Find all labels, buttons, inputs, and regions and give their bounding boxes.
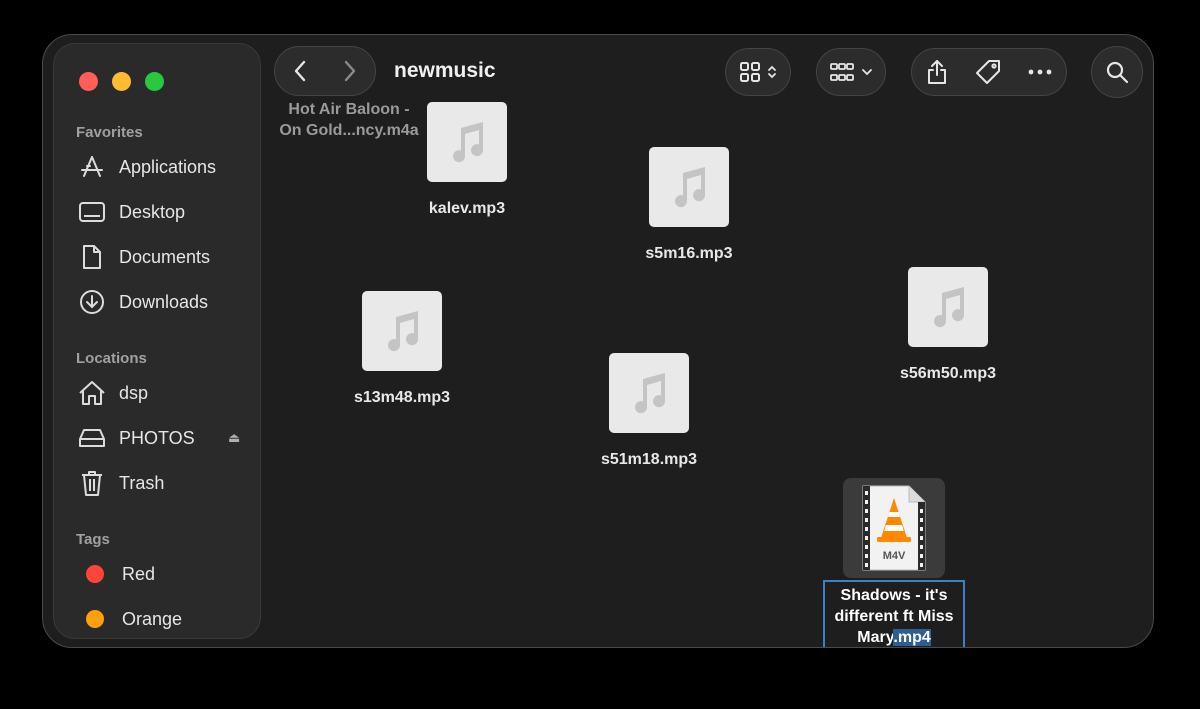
sidebar-item-documents[interactable]: Documents	[78, 242, 248, 272]
orange-tag-dot-icon	[86, 610, 104, 628]
file-item-s56m50[interactable]: s56m50.mp3	[868, 267, 1028, 384]
navigation-buttons	[274, 46, 376, 96]
applications-icon	[78, 153, 106, 181]
file-item-kalev[interactable]: kalev.mp3	[387, 102, 547, 219]
sidebar-item-label: PHOTOS	[119, 427, 195, 448]
favorites-header: Favorites	[76, 124, 143, 141]
trash-icon	[78, 469, 106, 497]
sidebar-item-applications[interactable]: Applications	[78, 152, 248, 182]
file-name: s5m16.mp3	[645, 245, 733, 262]
view-mode-button[interactable]	[725, 48, 791, 96]
chevron-left-icon	[294, 60, 306, 82]
rename-line-1: Shadows - it's	[840, 587, 948, 604]
sidebar: Favorites Applications Desktop Documents…	[53, 43, 261, 639]
audio-file-icon	[649, 147, 729, 227]
file-type-badge: M4V	[882, 550, 906, 562]
sidebar-item-label: Desktop	[119, 201, 186, 222]
tags-header: Tags	[76, 531, 110, 548]
share-icon	[927, 60, 946, 84]
sidebar-item-tag-orange[interactable]: Orange	[78, 604, 248, 634]
actions-group	[911, 48, 1067, 96]
chevron-up-down-icon	[768, 65, 776, 79]
sidebar-item-downloads[interactable]: Downloads	[78, 287, 248, 317]
minimize-window-button[interactable]	[112, 72, 131, 91]
file-name: kalev.mp3	[428, 200, 506, 217]
document-icon	[78, 243, 106, 271]
audio-file-icon	[427, 102, 507, 182]
forward-button[interactable]	[343, 60, 357, 82]
locations-header: Locations	[76, 350, 147, 367]
close-window-button[interactable]	[79, 72, 98, 91]
file-item-s51m18[interactable]: s51m18.mp3	[569, 353, 729, 470]
audio-file-icon	[609, 353, 689, 433]
zoom-window-button[interactable]	[145, 72, 164, 91]
file-name: s51m18.mp3	[600, 451, 698, 468]
file-item-shadows[interactable]: M4V	[843, 478, 945, 578]
chevron-down-icon	[862, 69, 872, 76]
red-tag-dot-icon	[86, 565, 104, 583]
file-item-s5m16[interactable]: s5m16.mp3	[609, 147, 769, 264]
tag-button[interactable]	[975, 59, 1001, 85]
desktop-icon	[78, 198, 106, 226]
sidebar-item-tag-red[interactable]: Red	[78, 559, 248, 589]
sidebar-item-label: Orange	[122, 608, 183, 629]
eject-icon[interactable]: ⏏	[228, 430, 240, 446]
sidebar-item-photos[interactable]: PHOTOS ⏏	[78, 423, 248, 453]
music-note-icon	[934, 287, 965, 328]
rename-line-2: different ft Miss	[834, 608, 954, 625]
sidebar-item-label: Applications	[119, 156, 217, 177]
rename-selected-extension: .mp4	[893, 629, 931, 646]
sidebar-item-trash[interactable]: Trash	[78, 468, 248, 498]
home-icon	[78, 379, 106, 407]
window-title: newmusic	[394, 59, 496, 82]
group-by-button[interactable]	[816, 48, 886, 96]
music-note-icon	[453, 122, 484, 163]
file-name: s13m48.mp3	[353, 389, 451, 406]
video-file-icon	[862, 485, 926, 571]
more-button[interactable]	[1028, 69, 1052, 75]
sidebar-item-dsp[interactable]: dsp	[78, 378, 248, 408]
music-note-icon	[675, 167, 706, 208]
rename-line-3-name: Mary	[857, 629, 894, 646]
icon-view-grid-icon	[740, 62, 760, 82]
ellipsis-icon	[1028, 69, 1052, 75]
sidebar-item-label: dsp	[119, 382, 149, 403]
share-button[interactable]	[926, 59, 948, 85]
download-icon	[78, 288, 106, 316]
music-note-icon	[388, 311, 419, 352]
rename-field[interactable]: Shadows - it's different ft Miss Mary.mp…	[823, 580, 965, 647]
chevron-right-icon	[344, 60, 356, 82]
audio-file-icon	[362, 291, 442, 371]
finder-window: Favorites Applications Desktop Documents…	[42, 34, 1154, 648]
drive-icon	[78, 424, 106, 452]
file-name: s56m50.mp3	[899, 365, 997, 382]
sidebar-item-label: Trash	[119, 472, 165, 493]
audio-file-icon	[908, 267, 988, 347]
search-icon	[1106, 61, 1129, 84]
back-button[interactable]	[293, 60, 307, 82]
music-note-icon	[635, 373, 666, 414]
sidebar-item-label: Documents	[119, 246, 211, 267]
search-button[interactable]	[1091, 46, 1143, 98]
file-item-s13m48[interactable]: s13m48.mp3	[322, 291, 482, 408]
sidebar-item-label: Red	[122, 563, 156, 584]
group-grid-icon	[830, 63, 854, 81]
tag-icon	[975, 60, 1000, 84]
sidebar-item-label: Downloads	[119, 291, 209, 312]
sidebar-item-desktop[interactable]: Desktop	[78, 197, 248, 227]
